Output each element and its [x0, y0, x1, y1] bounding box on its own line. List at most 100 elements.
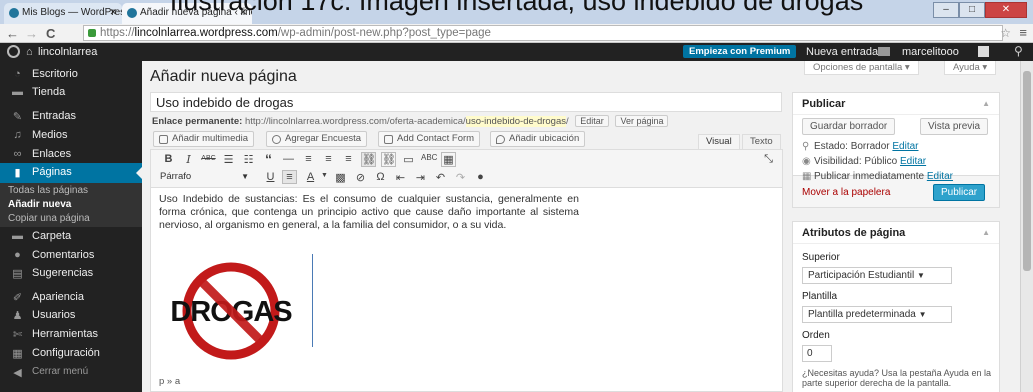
page-attributes-header[interactable]: Atributos de página ▲ [793, 222, 999, 244]
reload-icon[interactable]: C [46, 26, 55, 41]
insert-link-icon[interactable]: ⛓ [361, 152, 376, 167]
schedule-text: Publicar inmediatamente [814, 171, 925, 182]
numbered-list-icon[interactable]: ☷ [241, 153, 256, 166]
redo-icon[interactable]: ↷ [453, 171, 468, 184]
new-entry-link[interactable]: Nueva entrada [806, 46, 878, 58]
sidebar-item-entradas[interactable]: ✎ Entradas [0, 107, 142, 127]
link-icon: ∞ [13, 148, 22, 160]
sidebar-item-apariencia[interactable]: ✐ Apariencia [0, 288, 142, 308]
order-input[interactable]: 0 [802, 345, 832, 362]
template-select[interactable]: Plantilla predeterminada ▼ [802, 306, 952, 323]
text-color-icon[interactable]: A [303, 171, 318, 183]
sidebar-item-herramientas[interactable]: ✄ Herramientas [0, 325, 142, 345]
notifications-icon[interactable] [878, 47, 890, 56]
align-center-icon[interactable]: ≡ [321, 153, 336, 165]
sidebar-item-configuracion[interactable]: ▦ Configuración [0, 344, 142, 364]
forward-icon[interactable]: → [25, 26, 38, 41]
submenu-add-new[interactable]: Añadir nueva [0, 199, 142, 213]
format-select[interactable]: Párrafo ▼ [159, 170, 251, 185]
site-name[interactable]: lincolnlarrea [38, 46, 97, 58]
collapse-arrow-icon[interactable]: ▲ [982, 99, 990, 108]
wordpress-logo-icon[interactable] [7, 45, 20, 58]
toolbar-toggle-icon[interactable]: ▦ [441, 152, 456, 167]
submenu-copy-page[interactable]: Copiar una página [0, 213, 142, 227]
sidebar-item-tienda[interactable]: ▬ Tienda [0, 83, 142, 103]
align-right-icon[interactable]: ≡ [341, 153, 356, 165]
back-icon[interactable]: ← [6, 26, 19, 41]
edit-status-link[interactable]: Editar [892, 141, 918, 152]
read-more-icon[interactable]: ▭ [401, 153, 416, 166]
permalink-slug[interactable]: uso-indebido-de-drogas [465, 116, 566, 127]
tab-text[interactable]: Texto [742, 134, 781, 149]
move-to-trash-link[interactable]: Mover a la papelera [802, 187, 890, 198]
preview-button[interactable]: Vista previa [920, 118, 989, 135]
browser-menu-icon[interactable]: ≡ [1019, 25, 1027, 40]
unlink-icon[interactable]: ⛓ [381, 152, 396, 167]
help-icon[interactable]: ● [473, 171, 488, 183]
avatar[interactable] [978, 46, 989, 57]
bookmark-star-icon[interactable]: ☆ [1000, 26, 1011, 40]
content-editor[interactable]: B I ABC ☰ ☷ “ — ≡ ≡ ≡ ⛓ ⛓ ▭ ABC ▦ ⤡ Párr… [150, 149, 783, 392]
view-page-button[interactable]: Ver página [615, 115, 669, 127]
sidebar-item-label: Escritorio [32, 68, 78, 80]
publish-button[interactable]: Publicar [933, 184, 986, 201]
add-media-button[interactable]: Añadir multimedia [153, 131, 255, 147]
spellcheck-icon[interactable]: ABC [421, 153, 437, 162]
publish-box-header[interactable]: Publicar ▲ [793, 93, 999, 115]
premium-button[interactable]: Empieza con Premium [683, 45, 797, 58]
edit-permalink-button[interactable]: Editar [575, 115, 609, 127]
sidebar-item-paginas[interactable]: ▮ Páginas [0, 163, 142, 183]
align-left-icon[interactable]: ≡ [301, 153, 316, 165]
search-icon[interactable]: ⚲ [1014, 44, 1023, 58]
clear-formatting-icon[interactable]: ⊘ [353, 171, 368, 184]
page-scrollbar[interactable] [1020, 61, 1033, 392]
address-bar[interactable]: https://lincolnlarrea.wordpress.com/wp-a… [83, 25, 1003, 41]
help-text: ¿Necesitas ayuda? Usa la pestaña Ayuda e… [802, 368, 991, 388]
bold-icon[interactable]: B [161, 153, 176, 165]
blockquote-icon[interactable]: “ [261, 151, 276, 167]
fullscreen-icon[interactable]: ⤡ [761, 153, 776, 166]
submenu-all-pages[interactable]: Todas las páginas [0, 185, 142, 199]
save-draft-button[interactable]: Guardar borrador [802, 118, 896, 135]
horizontal-rule-icon[interactable]: — [281, 153, 296, 165]
collapse-arrow-icon[interactable]: ▲ [982, 228, 990, 237]
special-character-icon[interactable]: Ω [373, 171, 388, 183]
permalink-row: Enlace permanente: http://lincolnlarrea.… [152, 115, 669, 127]
post-title-input[interactable]: Uso indebido de drogas [150, 92, 782, 112]
sidebar-collapse[interactable]: ◀ Cerrar menú [0, 363, 142, 383]
bullet-list-icon[interactable]: ☰ [221, 153, 236, 166]
underline-icon[interactable]: U [263, 171, 278, 183]
add-contact-form-button[interactable]: Add Contact Form [378, 131, 481, 147]
sidebar-item-escritorio[interactable]: ◔ Escritorio [0, 65, 142, 85]
indent-icon[interactable]: ⇥ [413, 171, 428, 184]
add-location-button[interactable]: Añadir ubicación [490, 131, 586, 147]
content-paragraph[interactable]: Uso Indebido de sustancias: Es el consum… [159, 193, 579, 232]
button-label: Add Contact Form [397, 133, 475, 144]
sidebar-item-usuarios[interactable]: ♟ Usuarios [0, 306, 142, 326]
user-menu[interactable]: marcelitooo [902, 46, 959, 58]
strikethrough-icon[interactable]: ABC [201, 155, 216, 162]
chevron-down-icon[interactable]: ▼ [317, 172, 332, 179]
sidebar-item-enlaces[interactable]: ∞ Enlaces [0, 145, 142, 165]
edit-visibility-link[interactable]: Editar [900, 156, 926, 167]
edit-schedule-link[interactable]: Editar [927, 171, 953, 182]
screen-options-tab[interactable]: Opciones de pantalla ▾ [804, 61, 919, 75]
tab-visual[interactable]: Visual [698, 134, 740, 149]
sidebar-item-medios[interactable]: ♫ Medios [0, 126, 142, 146]
parent-select[interactable]: Participación Estudiantil ▼ [802, 267, 952, 284]
sidebar-item-label: Configuración [32, 347, 100, 359]
sidebar-item-carpeta[interactable]: ▬ Carpeta [0, 227, 142, 247]
scrollbar-thumb[interactable] [1023, 71, 1031, 271]
justify-icon[interactable]: ≡ [282, 170, 297, 184]
italic-icon[interactable]: I [181, 153, 196, 166]
paste-text-icon[interactable]: ▩ [333, 171, 348, 184]
sidebar-item-sugerencias[interactable]: ▤ Sugerencias [0, 264, 142, 284]
no-drugs-image[interactable]: DROGAS [161, 262, 301, 360]
outdent-icon[interactable]: ⇤ [393, 171, 408, 184]
add-poll-button[interactable]: Agregar Encuesta [266, 131, 368, 147]
dashboard-icon: ◔ [14, 68, 21, 80]
sidebar-item-comentarios[interactable]: ● Comentarios [0, 246, 142, 266]
sidebar-item-label: Sugerencias [32, 267, 94, 279]
undo-icon[interactable]: ↶ [433, 171, 448, 184]
help-tab[interactable]: Ayuda ▾ [944, 61, 997, 75]
